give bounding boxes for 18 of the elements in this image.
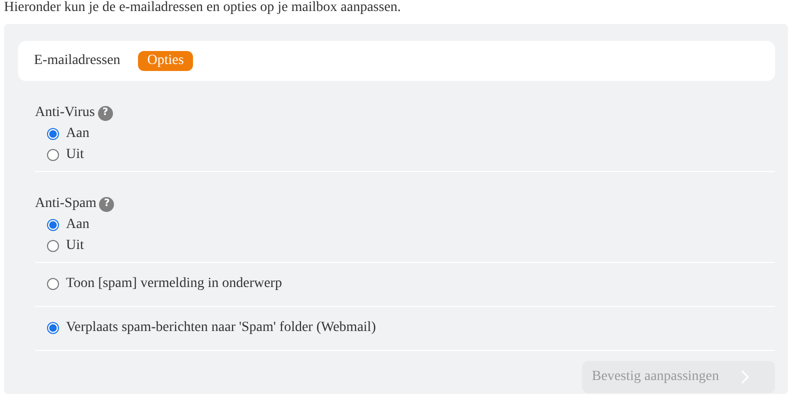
radio-button[interactable] (47, 128, 59, 140)
intro-text: Hieronder kun je de e-mailadressen en opties op je mailbox aanpassen. (3, 0, 402, 17)
option-label[interactable]: Verplaats spam-berichten naar 'Spam' folder (Webmail) (66, 320, 376, 336)
option-label[interactable]: Uit (66, 146, 84, 162)
radio-button[interactable] (47, 278, 59, 290)
radio-button[interactable] (47, 148, 59, 160)
radio-button[interactable] (47, 218, 59, 230)
radio-button[interactable] (47, 240, 59, 252)
tab[interactable]: E-mailadressen (34, 51, 120, 71)
option-label[interactable]: Uit (66, 238, 84, 254)
option-label[interactable]: Toon [spam] vermelding in onderwerp (66, 276, 282, 292)
radio-button[interactable] (47, 322, 59, 334)
group-title: Anti-Virus (35, 105, 95, 121)
group-title: Anti-Spam (35, 196, 96, 212)
option-label[interactable]: Aan (66, 126, 90, 142)
option-label[interactable]: Aan (66, 216, 90, 232)
help-icon[interactable]: ? (98, 106, 113, 120)
help-icon[interactable]: ? (99, 196, 114, 212)
